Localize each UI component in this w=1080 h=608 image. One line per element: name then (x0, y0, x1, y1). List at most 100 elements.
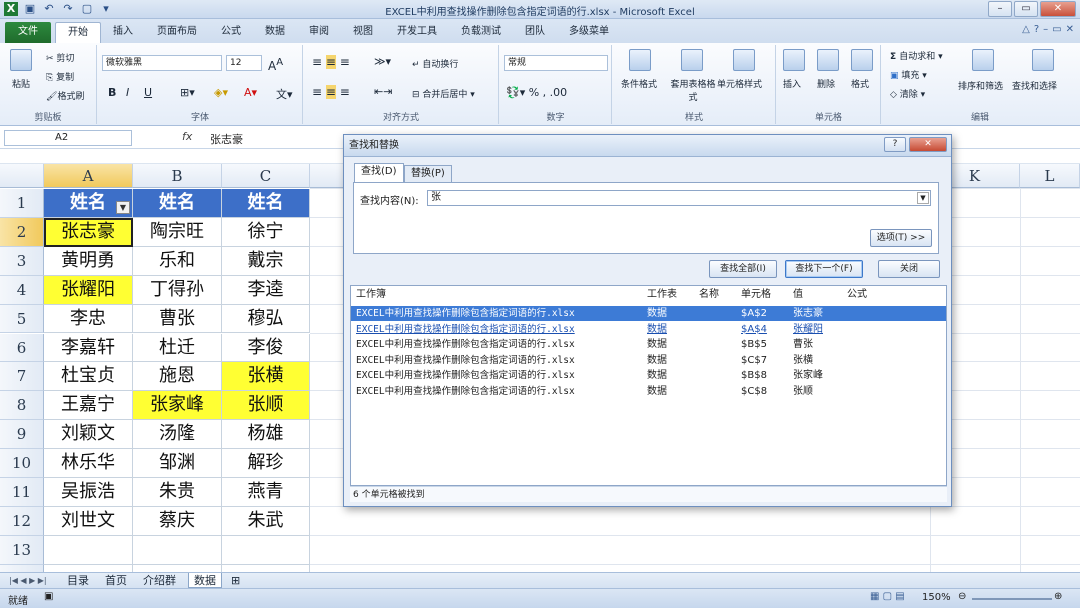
indent-icon[interactable]: ⇤⇥ (374, 85, 392, 98)
accounting-format-icon[interactable]: 💱▾ % , .00 (506, 86, 567, 99)
row-header[interactable]: 13 (0, 535, 44, 565)
table-cell[interactable]: 杜迁 (133, 333, 222, 363)
row-header[interactable]: 2 (0, 217, 44, 247)
table-cell[interactable]: 朱武 (222, 506, 310, 536)
table-cell[interactable]: 李忠 (44, 304, 133, 334)
format-painter-button[interactable]: 🖌格式刷 (46, 89, 84, 102)
formula-content[interactable]: 张志豪 (210, 131, 243, 147)
result-row[interactable]: EXCEL中利用查找操作删除包含指定词语的行.xlsx 数据 $C$7 张横 (351, 353, 946, 368)
table-cell[interactable]: 刘颖文 (44, 420, 133, 450)
borders-icon[interactable]: ⊞▾ (180, 86, 195, 99)
table-cell[interactable]: 解珍 (222, 449, 310, 478)
sort-filter-icon[interactable] (972, 49, 994, 71)
table-cell[interactable]: 林乐华 (44, 449, 133, 478)
find-select-icon[interactable] (1032, 49, 1054, 71)
table-cell[interactable]: 吴振浩 (44, 478, 133, 507)
cell-styles-icon[interactable] (733, 49, 755, 71)
font-color-icon[interactable]: A▾ (244, 86, 257, 99)
ribbon-tab[interactable]: 公式 (209, 22, 253, 43)
close-dialog-button[interactable]: 关闭 (878, 260, 940, 278)
results-column-header[interactable]: 值 (793, 286, 803, 304)
paste-icon[interactable] (10, 49, 32, 71)
insert-sheet-icon[interactable]: ⊞ (226, 573, 245, 588)
select-all-corner[interactable] (0, 164, 44, 188)
empty-cell[interactable] (44, 535, 133, 565)
table-cell[interactable]: 邹渊 (133, 449, 222, 478)
filter-dropdown-icon[interactable]: ▼ (116, 200, 130, 214)
table-cell[interactable]: 李逵 (222, 275, 310, 305)
tab-replace[interactable]: 替换(P) (404, 165, 452, 182)
ribbon-tab[interactable]: 数据 (253, 22, 297, 43)
empty-cell[interactable] (133, 535, 222, 565)
row-header[interactable]: 8 (0, 391, 44, 421)
ribbon-tab[interactable]: 负载测试 (449, 22, 513, 43)
find-next-button[interactable]: 查找下一个(F) (785, 260, 863, 278)
view-buttons-icon[interactable]: ▦ ▢ ▤ (870, 591, 905, 602)
sheet-nav-arrows[interactable]: |◀ ◀ ▶ ▶| (4, 573, 52, 588)
table-cell[interactable]: 杨雄 (222, 420, 310, 450)
results-column-header[interactable]: 单元格 (741, 286, 771, 304)
italic-button[interactable]: I (126, 86, 129, 99)
result-row[interactable]: EXCEL中利用查找操作删除包含指定词语的行.xlsx 数据 $C$8 张顺 (351, 384, 946, 399)
column-header[interactable]: L (1020, 164, 1080, 188)
row-header[interactable]: 5 (0, 304, 44, 334)
ribbon-tab[interactable]: 开发工具 (385, 22, 449, 43)
zoom-in-icon[interactable]: ⊕ (1054, 591, 1062, 602)
zoom-out-icon[interactable]: ⊖ (958, 591, 966, 602)
phonetic-icon[interactable]: 文▾ (276, 86, 293, 102)
name-box[interactable]: A2 (4, 130, 132, 146)
sheet-tab[interactable]: 介绍群 (138, 573, 181, 588)
table-cell[interactable]: 王嘉宁 (44, 391, 133, 421)
table-cell[interactable]: 黄明勇 (44, 246, 133, 276)
insert-cells-button[interactable]: 插入 (783, 77, 801, 90)
font-name-select[interactable]: 微软雅黑 (102, 55, 222, 71)
font-size-select[interactable]: 12 (226, 55, 262, 71)
row-header[interactable]: 10 (0, 449, 44, 478)
ribbon-tab[interactable]: 开始 (55, 22, 101, 43)
zoom-slider[interactable] (972, 598, 1052, 600)
table-header-cell[interactable]: 姓名 ▼ (44, 189, 133, 218)
delete-cells-button[interactable]: 删除 (817, 77, 835, 90)
results-list[interactable]: 工作簿 工作表 名称 单元格 值 公式 EXCEL中利用查找操作删除包含指定词语的行.xls… (350, 285, 947, 486)
table-cell[interactable]: 张顺 (222, 391, 310, 421)
conditional-format-icon[interactable] (629, 49, 651, 71)
result-row[interactable]: EXCEL中利用查找操作删除包含指定词语的行.xlsx 数据 $B$5 曹张 (351, 337, 946, 352)
ribbon-tab[interactable]: 团队 (513, 22, 557, 43)
cell-styles-button[interactable]: 单元格样式 (717, 77, 762, 90)
row-header[interactable]: 3 (0, 246, 44, 276)
row-header[interactable]: 11 (0, 478, 44, 507)
table-cell[interactable]: 陶宗旺 (133, 217, 222, 247)
bold-button[interactable]: B (108, 86, 116, 99)
sheet-tab[interactable]: 数据 (188, 573, 222, 588)
table-cell[interactable]: 张志豪 (44, 217, 133, 247)
table-cell[interactable]: 乐和 (133, 246, 222, 276)
row-header[interactable]: 7 (0, 362, 44, 392)
underline-button[interactable]: U (144, 86, 152, 99)
find-what-input[interactable]: 张 ▼ (427, 190, 931, 206)
sheet-tab[interactable]: 目录 (62, 573, 94, 588)
conditional-format-button[interactable]: 条件格式 (621, 77, 657, 90)
table-header-cell[interactable]: 姓名 (133, 189, 222, 218)
table-format-icon[interactable] (681, 49, 703, 71)
ribbon-tab[interactable]: 多级菜单 (557, 22, 621, 43)
workbook-minimize-button[interactable]: – (1043, 24, 1048, 35)
format-cells-button[interactable]: 格式 (851, 77, 869, 90)
file-tab[interactable]: 文件 (5, 22, 51, 43)
zoom-level[interactable]: 150% (922, 592, 951, 603)
cut-button[interactable]: ✂ 剪切 (46, 51, 74, 64)
table-cell[interactable]: 张耀阳 (44, 275, 133, 305)
table-cell[interactable]: 杜宝贞 (44, 362, 133, 392)
sheet-tab[interactable]: 首页 (100, 573, 132, 588)
number-format-select[interactable]: 常规 (504, 55, 608, 71)
table-cell[interactable]: 张横 (222, 362, 310, 392)
ribbon-collapse-icon[interactable]: △ (1022, 24, 1030, 35)
table-cell[interactable]: 张家峰 (133, 391, 222, 421)
orientation-icon[interactable]: ≫▾ (374, 55, 391, 68)
empty-cell[interactable] (222, 535, 310, 565)
merge-center-button[interactable]: ⊟ 合并后居中 ▾ (412, 87, 475, 100)
minimize-button[interactable]: – (988, 1, 1012, 17)
empty-cell[interactable] (222, 564, 310, 572)
macro-record-icon[interactable]: ▣ (44, 591, 53, 602)
left-align-icon[interactable]: ≡ ≡ ≡ (312, 85, 350, 99)
row-header[interactable]: 14 (0, 564, 44, 572)
